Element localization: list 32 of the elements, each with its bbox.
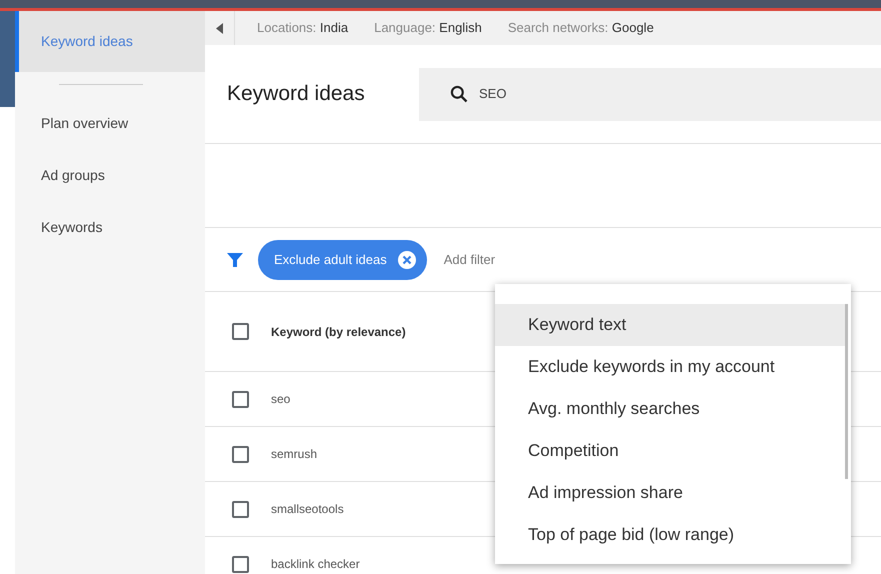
search-value: SEO — [479, 85, 506, 104]
search-icon — [449, 84, 469, 104]
close-icon[interactable] — [396, 250, 417, 270]
sidebar-item[interactable]: Plan overview — [15, 97, 205, 149]
keyword-cell-text: smallseotools — [271, 501, 344, 518]
sidebar-item[interactable]: Keywords — [15, 201, 205, 253]
menu-item[interactable]: Exclude keywords in my account — [495, 346, 845, 388]
menu-item[interactable]: Ad impression share — [495, 472, 845, 514]
filter-chip[interactable]: Exclude adult ideas — [258, 240, 427, 280]
checkbox[interactable] — [232, 556, 249, 572]
scrollbar-thumb[interactable] — [845, 304, 848, 479]
left-triangle-icon — [216, 22, 223, 34]
menu-item[interactable]: Competition — [495, 430, 845, 472]
menu-item[interactable]: Top of page bid (low range) — [495, 514, 845, 556]
add-filter-link[interactable]: Add filter — [444, 250, 496, 270]
column-header: Keyword (by relevance) — [271, 324, 406, 340]
filter-icon[interactable] — [227, 252, 243, 268]
checkbox[interactable] — [232, 323, 249, 340]
page-title: Keyword ideas — [227, 81, 366, 108]
search-field[interactable]: SEO — [419, 68, 881, 120]
setting-text: Locations: India — [257, 19, 348, 38]
keyword-cell-text: seo — [271, 391, 290, 408]
menu-item[interactable]: Keyword text — [495, 304, 845, 346]
checkbox[interactable] — [232, 390, 249, 408]
checkbox[interactable] — [232, 500, 249, 518]
keyword-cell-text: backlink checker — [271, 556, 360, 573]
checkbox[interactable] — [232, 446, 249, 462]
keyword-cell-text: semrush — [271, 446, 318, 463]
setting-text: Search networks: Google — [508, 19, 654, 38]
setting-text: Language: English — [374, 19, 482, 38]
menu-item[interactable]: Avg. monthly searches — [495, 388, 845, 430]
sidebar-item[interactable]: Ad groups — [15, 149, 205, 201]
